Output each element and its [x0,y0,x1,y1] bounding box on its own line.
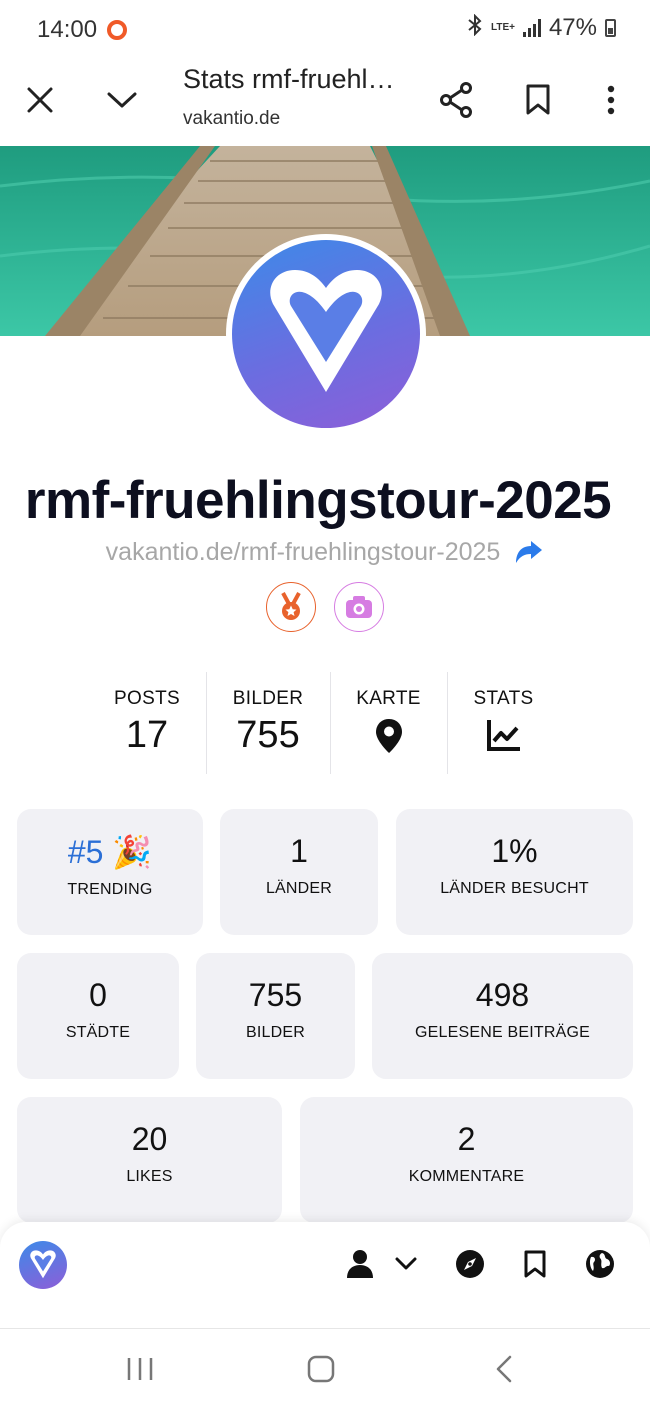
profile-dropdown-button[interactable] [388,1246,424,1282]
map-pin-icon [375,719,402,753]
card-likes[interactable]: 20 LIKES [17,1097,282,1223]
card-value: 1 [290,833,308,869]
card-bilder[interactable]: 755 BILDER [196,953,355,1079]
explore-button[interactable] [452,1246,488,1282]
back-icon [496,1355,512,1383]
card-label: TRENDING [67,881,153,898]
card-gelesene-beitraege[interactable]: 498 GELESENE BEITRÄGE [372,953,633,1079]
bookmark-icon [524,1250,546,1278]
share-arrow-icon[interactable] [514,540,544,566]
card-label: LÄNDER [265,880,333,897]
profile-link-row: vakantio.de/rmf-fruehlingstour-2025 [0,538,650,567]
card-kommentare[interactable]: 2 KOMMENTARE [300,1097,633,1223]
card-label: GELESENE BEITRÄGE [414,1024,590,1041]
browser-toolbar: Stats rmf-fruehl… vakantio.de [0,58,650,146]
status-icons: LTE+ 47% [467,13,616,42]
system-nav-bar [0,1328,650,1408]
recent-apps-icon [127,1358,153,1380]
card-value: #5 🎉 [67,834,153,870]
bookmark-icon [526,84,550,115]
network-type-label: LTE+ [490,22,515,33]
close-icon [27,87,53,113]
vakantio-logo-icon [270,270,382,392]
page-domain: vakantio.de [183,108,281,129]
stat-karte[interactable]: KARTE [330,672,447,774]
home-icon [307,1355,335,1383]
more-vertical-icon [607,85,615,115]
app-bottom-nav [0,1222,650,1328]
photo-badge[interactable] [334,582,384,632]
card-value: 755 [248,977,303,1013]
chart-line-icon [486,720,520,751]
more-menu-button[interactable] [585,74,637,126]
chevron-down-icon [395,1257,417,1270]
close-button[interactable] [14,74,66,126]
medal-icon [281,592,301,620]
battery-percent: 47% [548,14,597,41]
back-button[interactable] [482,1349,526,1389]
status-bar: 14:00 LTE+ 47% [0,0,650,58]
card-value: 498 [475,977,530,1013]
stat-posts[interactable]: POSTS 17 [88,672,206,774]
card-label: LÄNDER BESUCHT [440,880,589,897]
user-icon [347,1250,373,1278]
stat-value: 755 [236,714,300,756]
stats-row: POSTS 17 BILDER 755 KARTE STATS [88,672,560,774]
card-value: 0 [89,977,107,1013]
compass-icon [456,1250,484,1278]
profile-url[interactable]: vakantio.de/rmf-fruehlingstour-2025 [106,538,501,567]
chevron-down-icon [107,92,137,108]
status-time: 14:00 [37,16,98,43]
card-trending[interactable]: #5 🎉 TRENDING [17,809,203,935]
stat-label: POSTS [114,688,180,709]
stat-label: STATS [473,688,534,709]
home-logo-button[interactable] [19,1241,67,1289]
card-staedte[interactable]: 0 STÄDTE [17,953,179,1079]
home-button[interactable] [299,1349,343,1389]
stat-label: KARTE [356,688,421,709]
minimize-button[interactable] [96,74,148,126]
world-button[interactable] [582,1246,618,1282]
bluetooth-icon [467,13,483,42]
card-label: KOMMENTARE [408,1168,525,1185]
profile-avatar [226,234,426,434]
card-laender[interactable]: 1 LÄNDER [220,809,378,935]
card-value: 20 [131,1121,168,1157]
stat-label: BILDER [232,688,304,709]
share-button[interactable] [430,74,482,126]
card-label: STÄDTE [65,1024,131,1041]
party-popper-icon: 🎉 [112,834,153,870]
card-laender-besucht[interactable]: 1% LÄNDER BESUCHT [396,809,633,935]
card-value: 1% [491,833,538,869]
card-label: LIKES [126,1168,173,1185]
card-label: BILDER [246,1024,305,1041]
recent-apps-button[interactable] [118,1349,162,1389]
share-icon [440,82,472,118]
vakantio-logo-icon [30,1250,56,1279]
medal-badge[interactable] [266,582,316,632]
globe-icon [586,1250,614,1278]
stat-value: 17 [125,714,169,756]
bookmark-button[interactable] [512,74,564,126]
profile-menu-button[interactable] [342,1246,378,1282]
recording-indicator-icon [107,20,127,40]
card-value: 2 [457,1121,476,1157]
saved-button[interactable] [517,1246,553,1282]
badges-row [266,582,384,632]
battery-icon [605,19,616,37]
signal-icon [522,19,541,37]
profile-username: rmf-fruehlingstour-2025 [24,471,612,530]
camera-icon [346,596,372,618]
stat-stats[interactable]: STATS [447,672,560,774]
stat-bilder[interactable]: BILDER 755 [206,672,330,774]
page-title: Stats rmf-fruehl… [183,64,395,94]
